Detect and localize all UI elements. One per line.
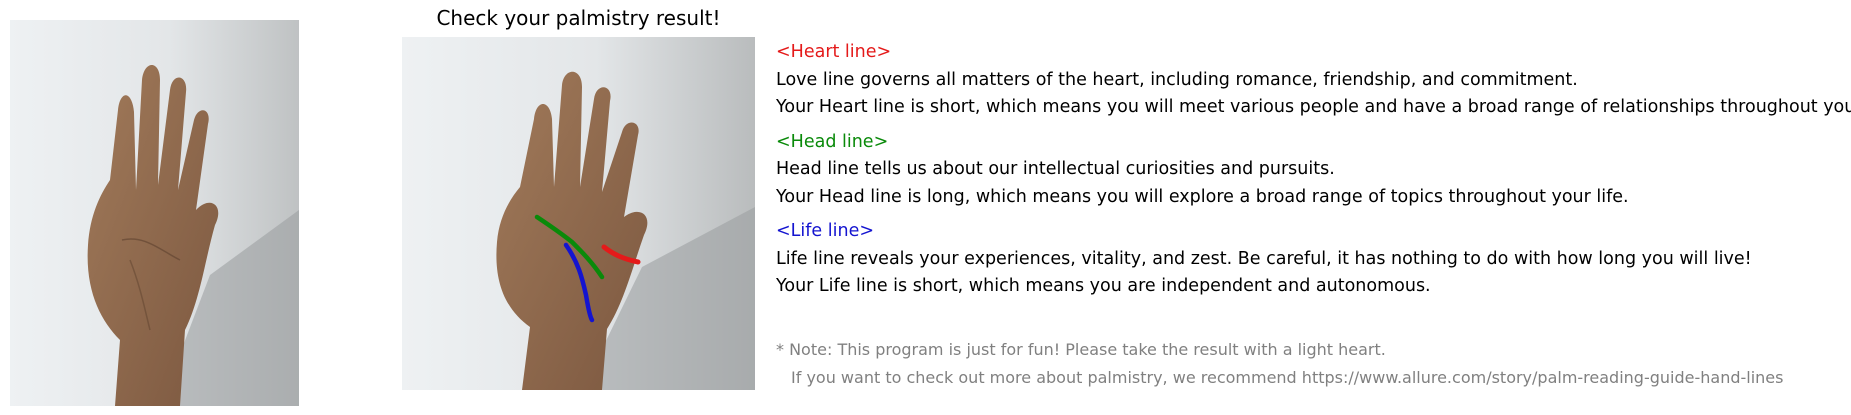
- heart-line-header: <Heart line>: [776, 42, 892, 62]
- heart-line-result: Your Heart line is short, which means yo…: [776, 97, 1851, 117]
- result-hand-photo: [402, 37, 755, 390]
- note-disclaimer: * Note: This program is just for fun! Pl…: [776, 340, 1386, 359]
- life-line-result: Your Life line is short, which means you…: [776, 276, 1431, 296]
- head-line-result: Your Head line is long, which means you …: [776, 187, 1629, 207]
- original-hand-image: [10, 20, 299, 406]
- life-line-header: <Life line>: [776, 221, 875, 241]
- note-reference: If you want to check out more about palm…: [791, 368, 1784, 387]
- result-hand-image: [402, 37, 755, 390]
- result-title: Check your palmistry result!: [436, 6, 721, 30]
- heart-line-description: Love line governs all matters of the hea…: [776, 70, 1578, 90]
- head-line-description: Head line tells us about our intellectua…: [776, 159, 1335, 179]
- hand-photo: [10, 20, 299, 406]
- head-line-header: <Head line>: [776, 132, 889, 152]
- life-line-description: Life line reveals your experiences, vita…: [776, 249, 1752, 269]
